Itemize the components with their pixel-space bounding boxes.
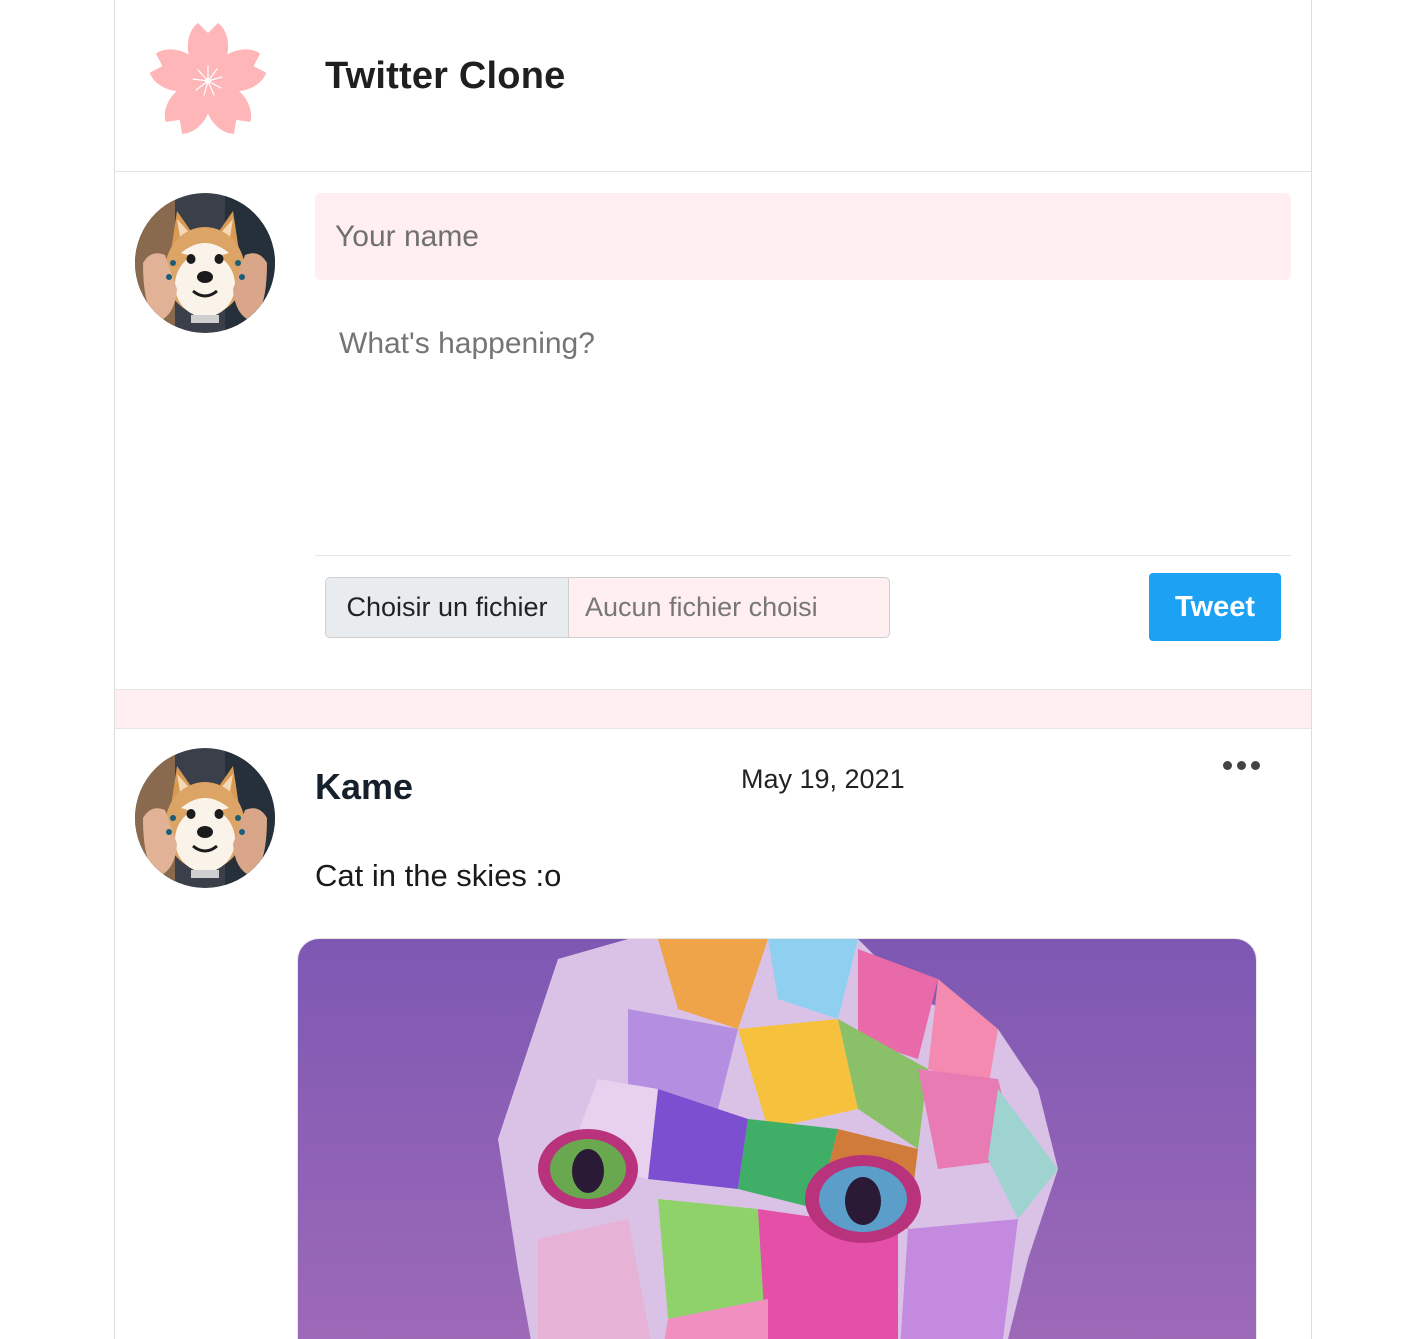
file-input[interactable]: Choisir un fichier Aucun fichier choisi (325, 577, 890, 638)
tweet-composer: Choisir un fichier Aucun fichier choisi … (115, 172, 1311, 689)
app-container: Twitter Clone Your name What's happening… (114, 0, 1312, 1339)
tweet-button[interactable]: Tweet (1149, 573, 1281, 641)
tweet-image (297, 938, 1257, 1339)
avatar (135, 193, 275, 333)
more-horizontal-icon[interactable] (1215, 752, 1267, 778)
tweet-date: May 19, 2021 (741, 764, 905, 794)
avatar (135, 748, 275, 888)
tweet-card: Kame May 19, 2021 Cat in the skies :o (115, 728, 1311, 1339)
app-header: Twitter Clone (115, 0, 1311, 172)
tweet-text: Cat in the skies :o (315, 858, 562, 893)
feed-separator (115, 689, 1311, 729)
app-title: Twitter Clone (325, 55, 566, 97)
divider (315, 555, 1291, 556)
choose-file-button[interactable]: Choisir un fichier (326, 578, 569, 637)
tweet-textarea[interactable] (315, 307, 1291, 547)
name-input[interactable] (315, 193, 1291, 280)
tweet-author: Kame (315, 766, 414, 807)
file-status-text: Aucun fichier choisi (585, 592, 818, 622)
sakura-flower-icon (145, 18, 271, 144)
